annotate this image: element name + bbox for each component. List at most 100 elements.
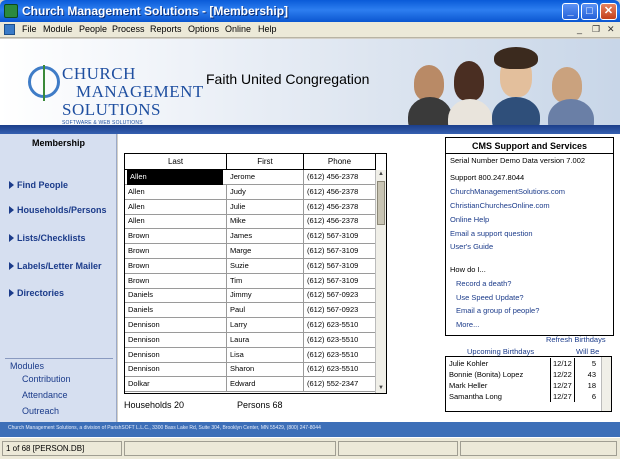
link-christian-churches[interactable]: ChristianChurchesOnline.com (450, 201, 550, 210)
link-email-support[interactable]: Email a support question (450, 229, 533, 238)
cell-last[interactable]: Dolkar (125, 377, 227, 393)
sidebar-item-directories[interactable]: Directories (9, 288, 64, 298)
birthdays-scrollbar[interactable] (601, 357, 611, 411)
table-row[interactable]: Daniels Jimmy (612) 567-0923 (125, 288, 376, 304)
table-row[interactable]: Dennison Lisa (612) 623-5510 (125, 347, 376, 363)
refresh-birthdays-link[interactable]: Refresh Birthdays (546, 335, 606, 344)
cell-first[interactable]: Suzie (227, 258, 304, 274)
cell-last[interactable]: Daniels (125, 303, 227, 319)
menu-reports[interactable]: Reports (150, 24, 182, 34)
birthdays-list[interactable]: Julie Kohler 12/12 5 Bonnie (Bonita) Lopez 1… (445, 356, 612, 412)
column-header-first[interactable]: First (227, 154, 304, 170)
scroll-down-icon[interactable]: ▼ (377, 384, 385, 392)
sidebar-item-labels-letter-mailer[interactable]: Labels/Letter Mailer (9, 261, 102, 271)
cell-phone[interactable]: (612) 552-2347 (304, 377, 376, 393)
cell-first[interactable]: Edward (227, 377, 304, 393)
cell-first[interactable]: Marge (227, 244, 304, 259)
cell-phone[interactable]: (612) 567-0923 (304, 303, 376, 319)
cell-phone[interactable]: (612) 456-2378 (304, 184, 376, 200)
table-row[interactable]: Brown Tim (612) 567-3109 (125, 273, 376, 289)
menu-help[interactable]: Help (258, 24, 277, 34)
link-online-help[interactable]: Online Help (450, 215, 489, 224)
table-row[interactable]: Allen Jerome (612) 456-2378 (125, 170, 376, 185)
birthday-row[interactable]: Bonnie (Bonita) Lopez 12/22 43 (446, 369, 602, 380)
link-users-guide[interactable]: User's Guide (450, 242, 493, 251)
minimize-button[interactable]: _ (562, 3, 579, 20)
cell-phone[interactable]: (612) 567-0923 (304, 288, 376, 304)
birthday-row[interactable]: Samantha Long 12/27 6 (446, 391, 602, 402)
birthday-row[interactable]: Mark Heller 12/27 18 (446, 380, 602, 391)
cell-first[interactable]: Julie (227, 199, 304, 215)
app-icon[interactable] (4, 4, 18, 18)
table-row[interactable]: Allen Mike (612) 456-2378 (125, 214, 376, 230)
table-row[interactable]: Allen Judy (612) 456-2378 (125, 184, 376, 200)
link-email-group[interactable]: Email a group of people? (456, 306, 539, 315)
cell-first[interactable]: James (227, 229, 304, 245)
mdi-restore-button[interactable]: ❐ (592, 24, 600, 35)
cell-first[interactable]: Jerome (227, 170, 304, 185)
cell-phone[interactable]: (612) 567-3109 (304, 258, 376, 274)
cell-phone[interactable]: (612) 567-3109 (304, 244, 376, 259)
menu-people[interactable]: People (79, 24, 107, 34)
cell-phone[interactable]: (612) 456-2378 (304, 214, 376, 230)
link-cms-website[interactable]: ChurchManagementSolutions.com (450, 187, 565, 196)
menu-file[interactable]: File (22, 24, 37, 34)
cell-phone[interactable]: (612) 456-2378 (304, 199, 376, 215)
table-row[interactable]: Brown James (612) 567-3109 (125, 229, 376, 245)
cell-phone[interactable]: (612) 567-3109 (304, 273, 376, 289)
cell-last[interactable]: Allen (125, 214, 227, 230)
cell-last[interactable]: Allen (127, 170, 223, 185)
cell-first[interactable]: Laura (227, 332, 304, 348)
module-link-attendance[interactable]: Attendance (22, 390, 68, 400)
cell-last[interactable]: Allen (125, 184, 227, 200)
cell-last[interactable]: Brown (125, 244, 227, 259)
link-speed-update[interactable]: Use Speed Update? (456, 293, 524, 302)
sidebar-item-households-persons[interactable]: Households/Persons (9, 205, 107, 215)
menu-module[interactable]: Module (43, 24, 73, 34)
sidebar-item-lists-checklists[interactable]: Lists/Checklists (9, 233, 86, 243)
scroll-up-icon[interactable]: ▲ (377, 170, 385, 178)
scroll-thumb[interactable] (377, 181, 385, 225)
cell-first[interactable]: Jimmy (227, 288, 304, 304)
cell-last[interactable]: Brown (125, 258, 227, 274)
cell-phone[interactable]: (612) 623-5510 (304, 347, 376, 363)
cell-phone[interactable]: (612) 456-2378 (304, 170, 376, 185)
table-row[interactable]: Dennison Laura (612) 623-5510 (125, 332, 376, 348)
birthday-row[interactable]: Julie Kohler 12/12 5 (446, 358, 602, 369)
menu-options[interactable]: Options (188, 24, 219, 34)
link-more[interactable]: More... (456, 320, 479, 329)
column-header-last[interactable]: Last (125, 154, 227, 170)
cell-last[interactable]: Dennison (125, 332, 227, 348)
column-header-phone[interactable]: Phone (304, 154, 376, 170)
cell-last[interactable]: Dennison (125, 347, 227, 363)
cell-last[interactable]: Brown (125, 229, 227, 245)
maximize-button[interactable]: □ (581, 3, 598, 20)
mdi-close-button[interactable]: ✕ (607, 24, 615, 35)
menu-online[interactable]: Online (225, 24, 251, 34)
mdi-minimize-button[interactable]: _ (577, 24, 582, 34)
cell-last[interactable]: Allen (125, 199, 227, 215)
table-row[interactable]: Dolkar Edward (612) 552-2347 (125, 377, 376, 393)
module-link-contribution[interactable]: Contribution (22, 374, 71, 384)
cell-first[interactable]: Mike (227, 214, 304, 230)
module-link-outreach[interactable]: Outreach (22, 406, 59, 416)
cell-first[interactable]: Lisa (227, 347, 304, 363)
cell-first[interactable]: Judy (227, 184, 304, 200)
cell-first[interactable]: Larry (227, 318, 304, 333)
sidebar-item-find-people[interactable]: Find People (9, 180, 68, 190)
cell-phone[interactable]: (612) 623-5510 (304, 332, 376, 348)
cell-last[interactable]: Dennison (125, 318, 227, 333)
table-row[interactable]: Dennison Larry (612) 623-5510 (125, 318, 376, 333)
cell-first[interactable]: Tim (227, 273, 304, 289)
link-record-death[interactable]: Record a death? (456, 279, 511, 288)
document-icon[interactable] (4, 24, 15, 35)
table-row[interactable]: Dennison Sharon (612) 623-5510 (125, 362, 376, 378)
cell-last[interactable]: Daniels (125, 288, 227, 304)
cell-phone[interactable]: (612) 623-5510 (304, 318, 376, 333)
cell-phone[interactable]: (612) 623-5510 (304, 362, 376, 378)
table-row[interactable]: Allen Julie (612) 456-2378 (125, 199, 376, 215)
cell-first[interactable]: Paul (227, 303, 304, 319)
table-row[interactable]: Brown Suzie (612) 567-3109 (125, 258, 376, 274)
cell-phone[interactable]: (612) 567-3109 (304, 229, 376, 245)
cell-first[interactable]: Sharon (227, 362, 304, 378)
